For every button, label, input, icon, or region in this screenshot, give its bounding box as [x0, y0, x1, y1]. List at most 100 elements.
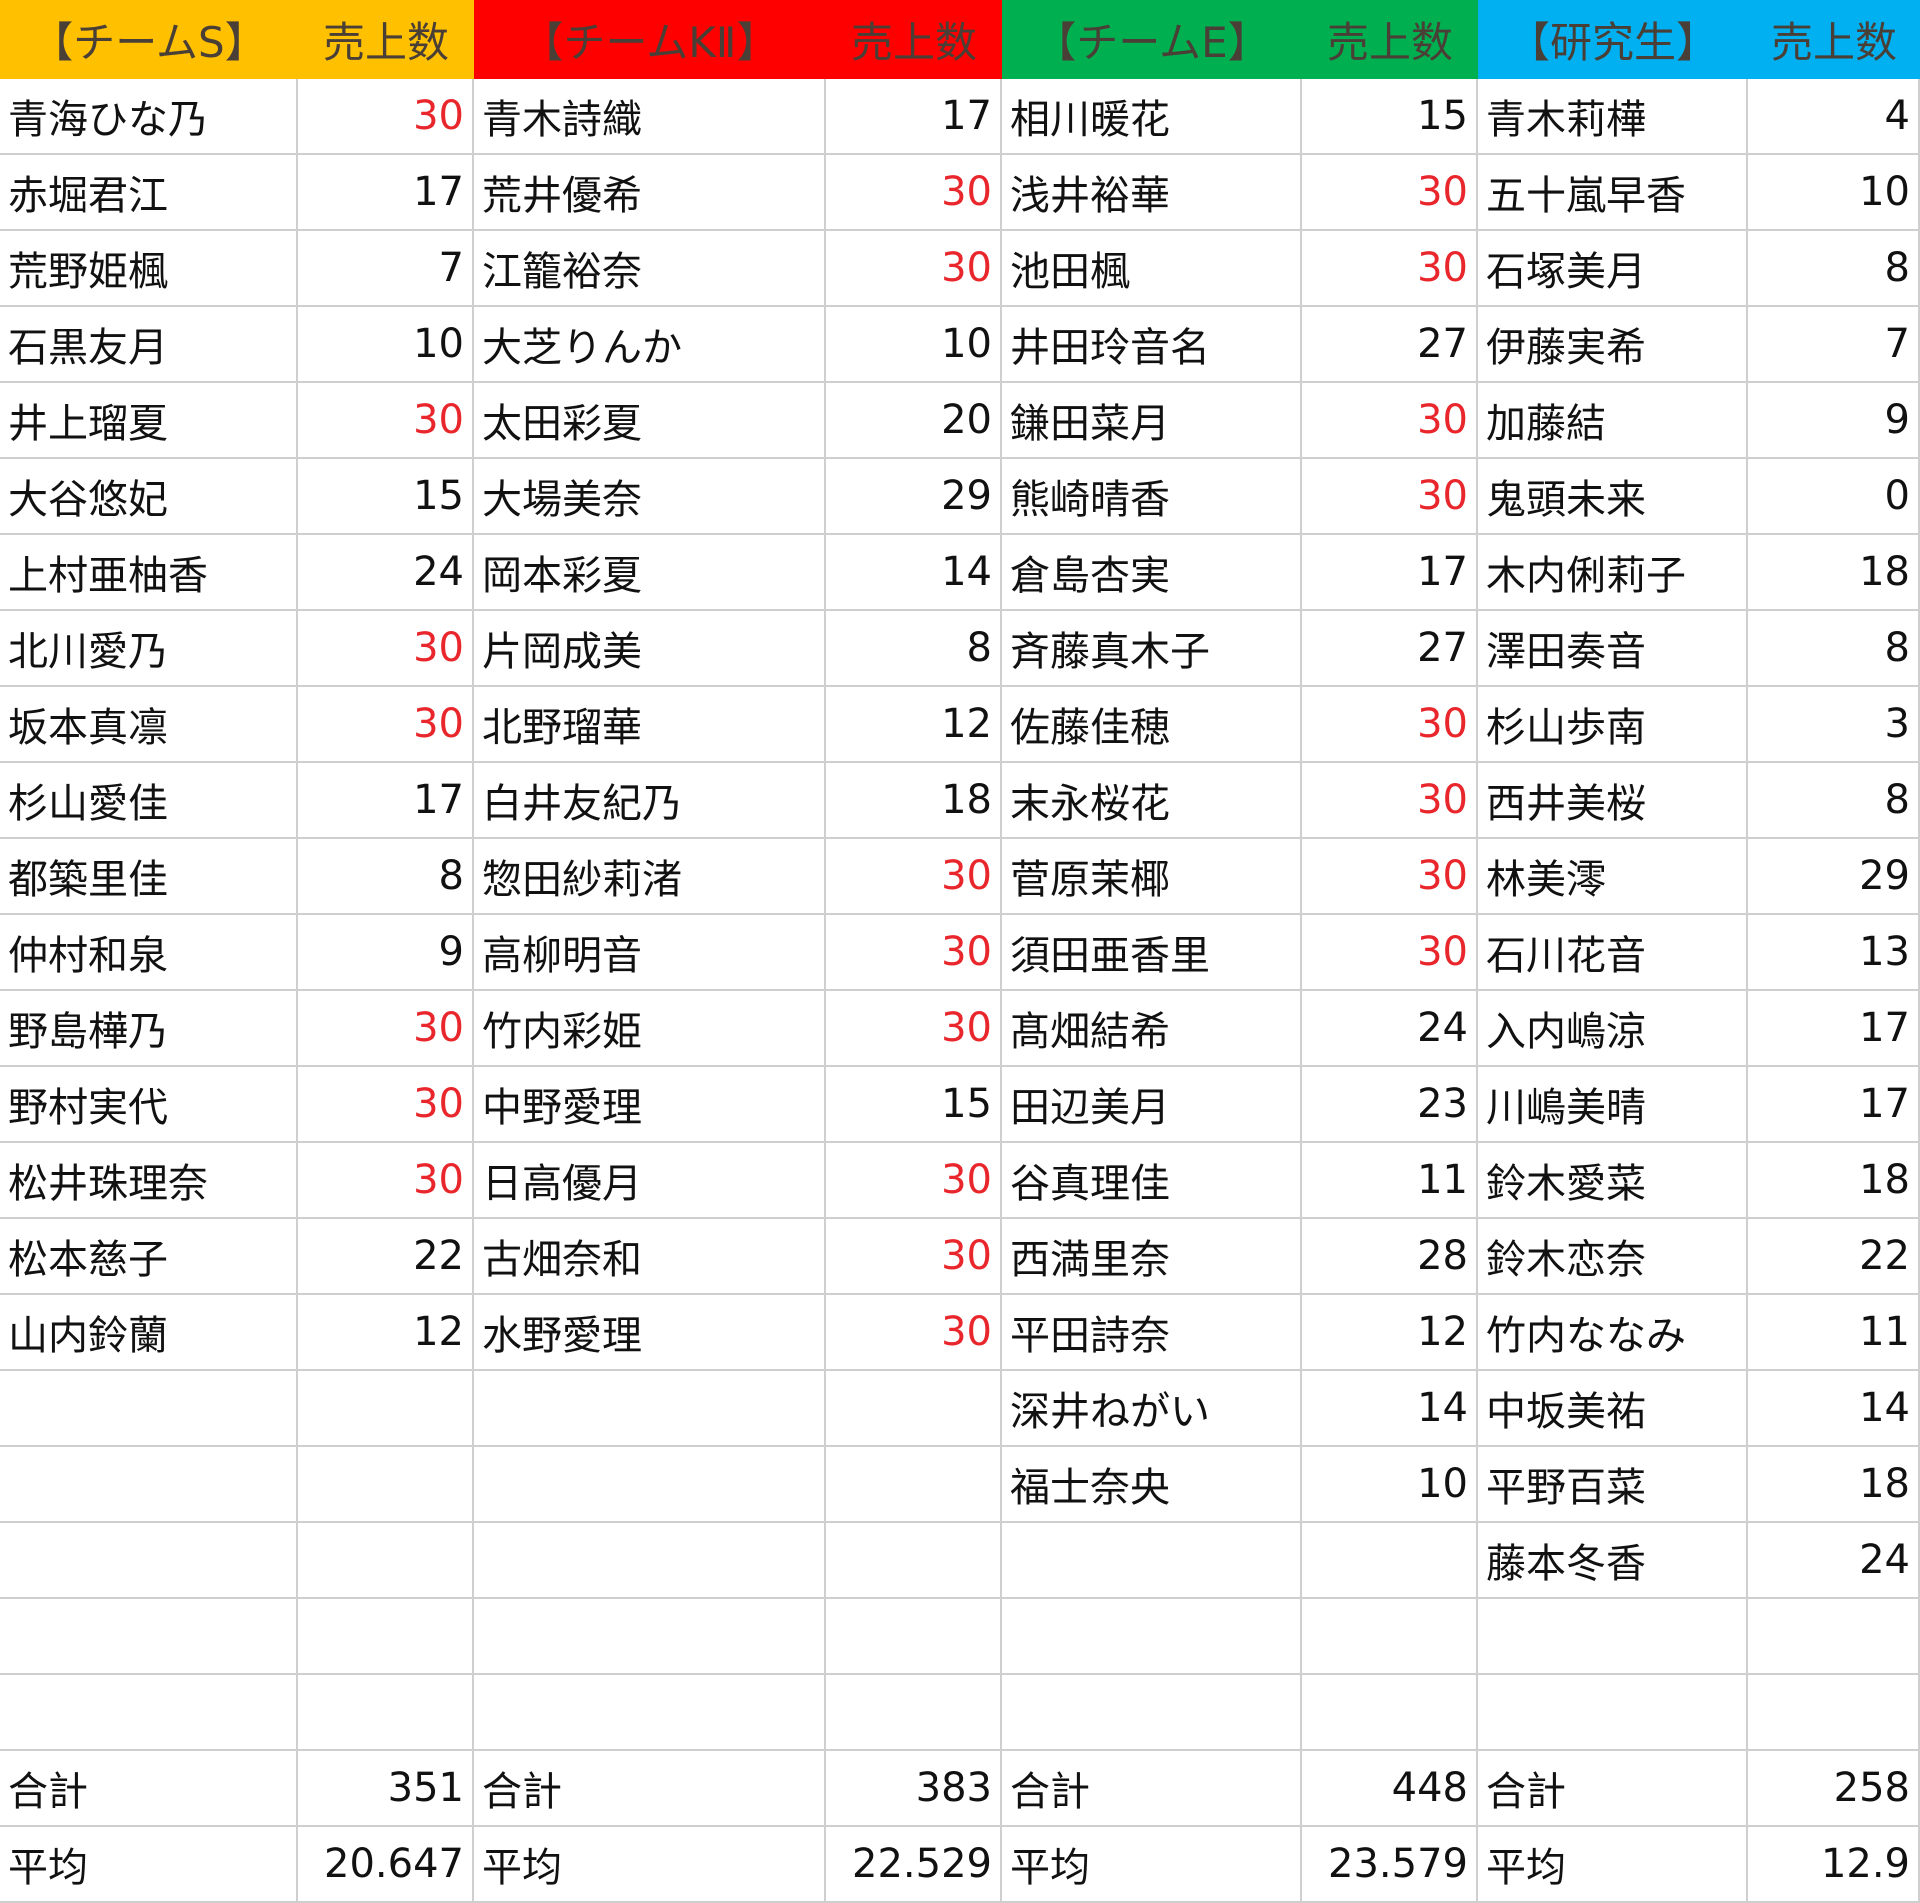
member-name-cell[interactable]: 澤田奏音: [1478, 611, 1748, 687]
member-name-cell[interactable]: 髙畑結希: [1002, 991, 1302, 1067]
member-sales-cell[interactable]: 11: [1302, 1143, 1478, 1219]
member-name-cell[interactable]: 川嶋美晴: [1478, 1067, 1748, 1143]
empty-cell[interactable]: [1302, 1599, 1478, 1675]
member-name-cell[interactable]: 平野百菜: [1478, 1447, 1748, 1523]
empty-cell[interactable]: [1748, 1599, 1920, 1675]
member-name-cell[interactable]: 野村実代: [0, 1067, 298, 1143]
member-name-cell[interactable]: 太田彩夏: [474, 383, 826, 459]
member-sales-cell[interactable]: 13: [1748, 915, 1920, 991]
member-name-cell[interactable]: 熊崎晴香: [1002, 459, 1302, 535]
member-name-cell[interactable]: 高柳明音: [474, 915, 826, 991]
member-sales-cell[interactable]: 4: [1748, 79, 1920, 155]
empty-cell[interactable]: [1302, 1675, 1478, 1751]
average-label[interactable]: 平均: [0, 1827, 298, 1903]
member-name-cell[interactable]: 竹内彩姫: [474, 991, 826, 1067]
member-sales-cell[interactable]: 30: [1302, 155, 1478, 231]
member-sales-cell[interactable]: 12: [298, 1295, 474, 1371]
empty-cell[interactable]: [0, 1599, 298, 1675]
member-name-cell[interactable]: 白井友紀乃: [474, 763, 826, 839]
empty-cell[interactable]: [298, 1447, 474, 1523]
member-name-cell[interactable]: 石塚美月: [1478, 231, 1748, 307]
member-name-cell[interactable]: 赤堀君江: [0, 155, 298, 231]
member-name-cell[interactable]: 伊藤実希: [1478, 307, 1748, 383]
member-name-cell[interactable]: 上村亜柚香: [0, 535, 298, 611]
member-sales-cell[interactable]: 24: [1302, 991, 1478, 1067]
member-name-cell[interactable]: 大谷悠妃: [0, 459, 298, 535]
member-sales-cell[interactable]: 11: [1748, 1295, 1920, 1371]
member-sales-cell[interactable]: 17: [1748, 1067, 1920, 1143]
member-sales-cell[interactable]: 30: [826, 155, 1002, 231]
member-name-cell[interactable]: 井上瑠夏: [0, 383, 298, 459]
member-sales-cell[interactable]: 17: [826, 79, 1002, 155]
member-sales-cell[interactable]: 30: [298, 79, 474, 155]
member-sales-cell[interactable]: 14: [1748, 1371, 1920, 1447]
member-sales-cell[interactable]: 18: [1748, 1143, 1920, 1219]
member-sales-cell[interactable]: 17: [1748, 991, 1920, 1067]
empty-cell[interactable]: [474, 1371, 826, 1447]
member-sales-cell[interactable]: 17: [298, 155, 474, 231]
member-sales-cell[interactable]: 8: [1748, 611, 1920, 687]
average-value[interactable]: 12.9: [1748, 1827, 1920, 1903]
member-sales-cell[interactable]: 30: [826, 991, 1002, 1067]
member-name-cell[interactable]: 松井珠理奈: [0, 1143, 298, 1219]
member-sales-cell[interactable]: 30: [1302, 687, 1478, 763]
member-name-cell[interactable]: 坂本真凛: [0, 687, 298, 763]
empty-cell[interactable]: [826, 1447, 1002, 1523]
member-name-cell[interactable]: 江籠裕奈: [474, 231, 826, 307]
member-sales-cell[interactable]: 14: [826, 535, 1002, 611]
member-name-cell[interactable]: 大場美奈: [474, 459, 826, 535]
member-sales-cell[interactable]: 20: [826, 383, 1002, 459]
total-value[interactable]: 258: [1748, 1751, 1920, 1827]
empty-cell[interactable]: [298, 1371, 474, 1447]
member-sales-cell[interactable]: 30: [298, 611, 474, 687]
member-name-cell[interactable]: 鈴木愛菜: [1478, 1143, 1748, 1219]
empty-cell[interactable]: [826, 1675, 1002, 1751]
member-name-cell[interactable]: 杉山愛佳: [0, 763, 298, 839]
total-value[interactable]: 448: [1302, 1751, 1478, 1827]
member-name-cell[interactable]: 片岡成美: [474, 611, 826, 687]
empty-cell[interactable]: [474, 1447, 826, 1523]
member-sales-cell[interactable]: 27: [1302, 611, 1478, 687]
empty-cell[interactable]: [298, 1599, 474, 1675]
member-sales-cell[interactable]: 30: [298, 1067, 474, 1143]
total-label[interactable]: 合計: [1478, 1751, 1748, 1827]
member-sales-cell[interactable]: 30: [826, 1295, 1002, 1371]
total-value[interactable]: 383: [826, 1751, 1002, 1827]
member-name-cell[interactable]: 青海ひな乃: [0, 79, 298, 155]
member-name-cell[interactable]: 五十嵐早香: [1478, 155, 1748, 231]
member-name-cell[interactable]: 荒野姫楓: [0, 231, 298, 307]
member-sales-cell[interactable]: 18: [1748, 535, 1920, 611]
member-name-cell[interactable]: 鬼頭未来: [1478, 459, 1748, 535]
member-sales-cell[interactable]: 30: [298, 383, 474, 459]
member-name-cell[interactable]: 岡本彩夏: [474, 535, 826, 611]
member-name-cell[interactable]: 荒井優希: [474, 155, 826, 231]
member-name-cell[interactable]: 仲村和泉: [0, 915, 298, 991]
member-sales-cell[interactable]: 22: [1748, 1219, 1920, 1295]
member-sales-cell[interactable]: 30: [1302, 231, 1478, 307]
empty-cell[interactable]: [826, 1599, 1002, 1675]
member-sales-cell[interactable]: 17: [1302, 535, 1478, 611]
member-sales-cell[interactable]: 30: [298, 991, 474, 1067]
member-name-cell[interactable]: 石川花音: [1478, 915, 1748, 991]
empty-cell[interactable]: [298, 1675, 474, 1751]
average-value[interactable]: 20.647: [298, 1827, 474, 1903]
member-sales-cell[interactable]: 30: [1302, 459, 1478, 535]
member-sales-cell[interactable]: 30: [826, 231, 1002, 307]
member-name-cell[interactable]: 古畑奈和: [474, 1219, 826, 1295]
member-sales-cell[interactable]: 0: [1748, 459, 1920, 535]
member-sales-cell[interactable]: 10: [298, 307, 474, 383]
member-name-cell[interactable]: 惣田紗莉渚: [474, 839, 826, 915]
total-label[interactable]: 合計: [1002, 1751, 1302, 1827]
member-name-cell[interactable]: 田辺美月: [1002, 1067, 1302, 1143]
empty-cell[interactable]: [1748, 1675, 1920, 1751]
member-sales-cell[interactable]: 30: [826, 915, 1002, 991]
member-sales-cell[interactable]: 18: [826, 763, 1002, 839]
member-name-cell[interactable]: 野島樺乃: [0, 991, 298, 1067]
member-name-cell[interactable]: 石黒友月: [0, 307, 298, 383]
member-sales-cell[interactable]: 8: [298, 839, 474, 915]
average-label[interactable]: 平均: [474, 1827, 826, 1903]
member-name-cell[interactable]: 佐藤佳穂: [1002, 687, 1302, 763]
empty-cell[interactable]: [1302, 1523, 1478, 1599]
member-sales-cell[interactable]: 15: [1302, 79, 1478, 155]
member-name-cell[interactable]: 山内鈴蘭: [0, 1295, 298, 1371]
